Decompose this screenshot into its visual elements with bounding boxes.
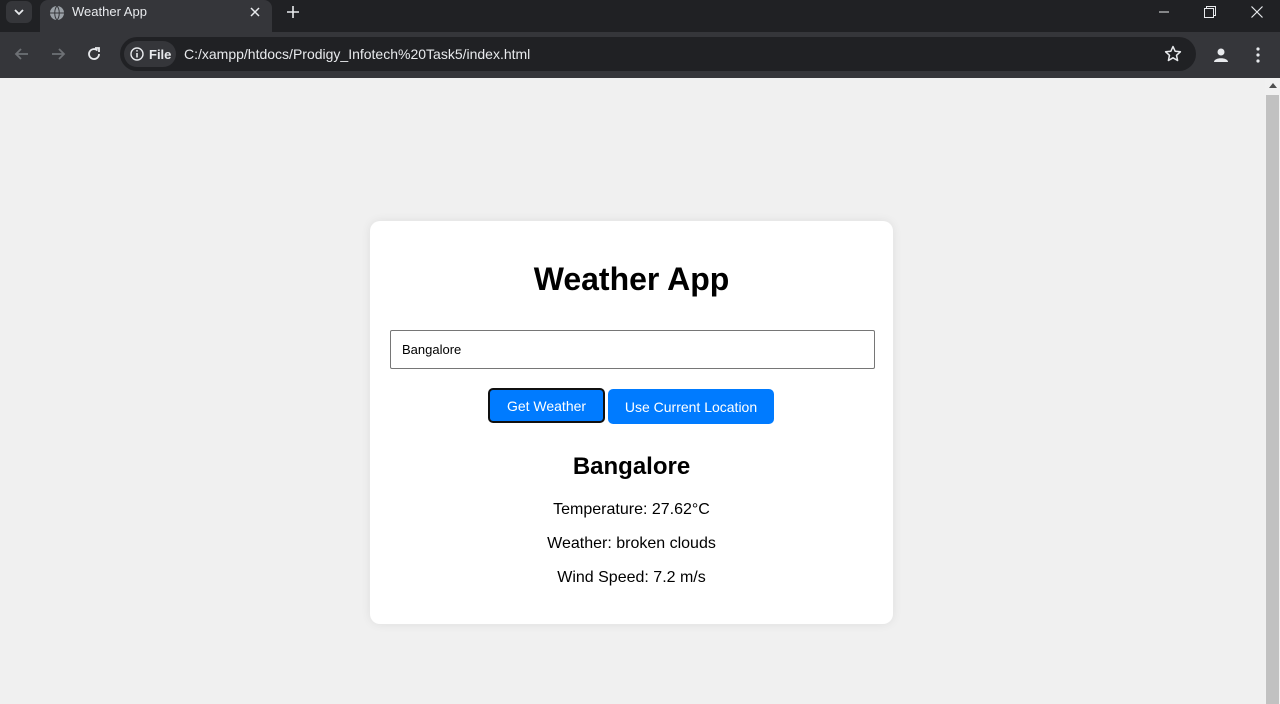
scroll-thumb[interactable] [1266,95,1279,704]
address-bar[interactable]: File C:/xampp/htdocs/Prodigy_Infotech%20… [120,37,1196,71]
url-text[interactable]: C:/xampp/htdocs/Prodigy_Infotech%20Task5… [184,46,530,62]
temperature-text: Temperature: 27.62°C [553,501,710,518]
vertical-scrollbar[interactable] [1265,78,1280,704]
back-arrow-icon[interactable] [8,40,36,68]
restore-icon[interactable] [1187,0,1233,24]
page-viewport: Weather App Get Weather Use Current Loca… [0,78,1265,704]
minimize-icon[interactable] [1141,0,1187,24]
plus-icon[interactable] [282,1,304,23]
get-weather-button[interactable]: Get Weather [488,388,605,423]
browser-toolbar: File C:/xampp/htdocs/Prodigy_Infotech%20… [0,32,1280,78]
reload-icon[interactable] [80,40,108,68]
tab-strip: Weather App [0,0,1280,32]
weather-card: Weather App Get Weather Use Current Loca… [370,221,893,624]
scroll-up-arrow-icon[interactable] [1269,83,1277,88]
active-tab[interactable]: Weather App [40,0,272,32]
profile-icon[interactable] [1207,41,1235,69]
site-chip-label: File [149,46,172,62]
close-icon[interactable] [247,4,263,20]
tab-title: Weather App [72,4,147,19]
site-info-chip[interactable]: File [124,41,176,67]
chevron-down-icon [14,9,24,16]
city-search-input[interactable] [390,330,875,369]
page-title: Weather App [533,261,730,297]
tab-search-button[interactable] [6,1,32,23]
wind-speed-text: Wind Speed: 7.2 m/s [557,569,706,586]
globe-icon [50,5,64,21]
forward-arrow-icon[interactable] [44,40,72,68]
result-city-name: Bangalore [572,453,691,480]
kebab-menu-icon[interactable] [1244,41,1272,69]
star-icon[interactable] [1164,45,1182,63]
close-window-icon[interactable] [1234,0,1280,24]
info-icon [130,47,144,61]
use-current-location-button[interactable]: Use Current Location [608,389,774,424]
weather-description-text: Weather: broken clouds [547,535,716,552]
